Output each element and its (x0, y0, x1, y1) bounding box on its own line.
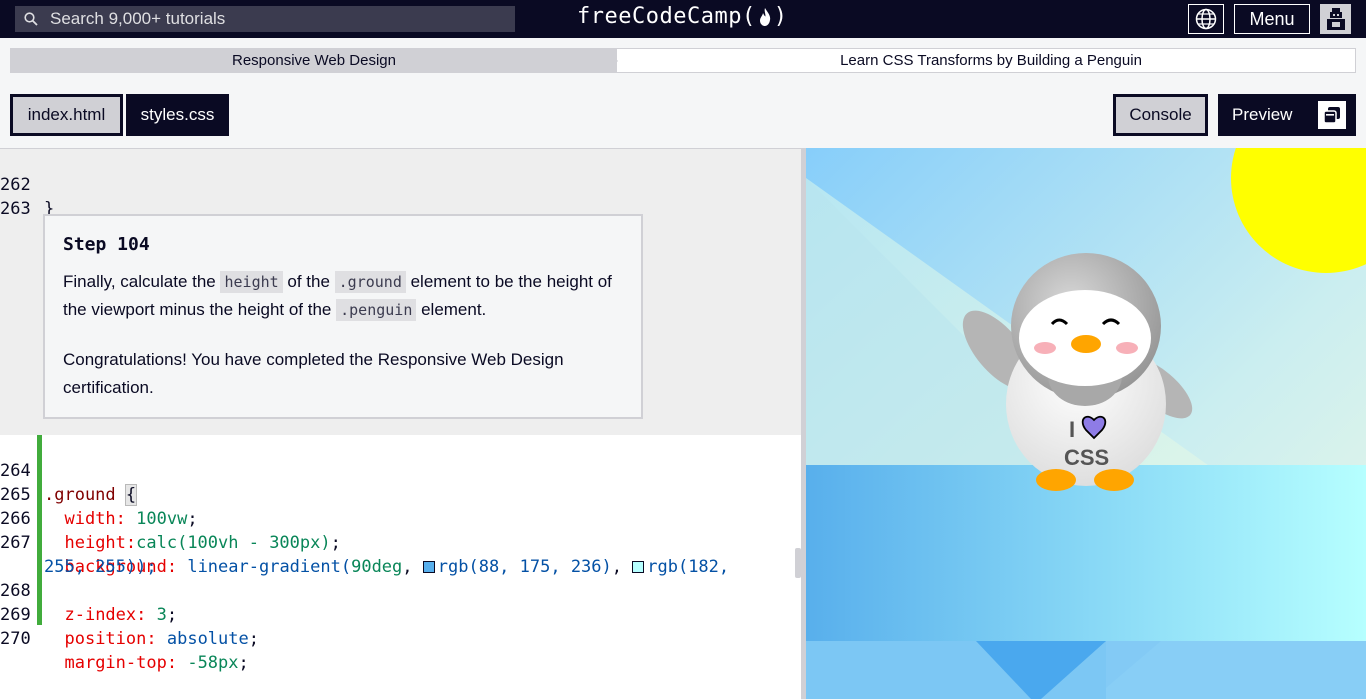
penguin-foot (1094, 469, 1134, 491)
flame-icon (759, 7, 770, 26)
language-button[interactable] (1188, 4, 1224, 34)
tab-index-html[interactable]: index.html (10, 94, 123, 136)
brand-paren-open: ( (741, 4, 756, 29)
inline-code: .penguin (336, 299, 417, 321)
value: -58px (187, 653, 239, 673)
splitter-handle[interactable] (795, 548, 801, 578)
code-line: 267 background: linear-gradient(90deg, r… (0, 533, 730, 577)
line-number: 263 (0, 199, 31, 219)
code-line: 268 z-index: 3; (0, 581, 178, 625)
penguin-scene: I CSS (806, 148, 1366, 699)
brand-logo[interactable]: freeCodeCamp ( ) (577, 4, 787, 29)
code-line: 263 (0, 173, 700, 219)
popout-icon[interactable] (1318, 101, 1346, 129)
code-line: 270 margin-top: -58px; (0, 629, 249, 673)
inline-code: height (220, 271, 283, 293)
desc-text: of the (282, 272, 335, 291)
menu-button[interactable]: Menu (1234, 4, 1310, 34)
globe-icon (1195, 8, 1217, 30)
preview-label: Preview (1232, 105, 1293, 124)
penguin-cheek (1034, 342, 1056, 354)
code-editor[interactable]: 262 } 263 Step 104 Finally, calculate th… (0, 148, 801, 700)
ground-bottom-right (1106, 641, 1366, 699)
step-description: Finally, calculate the height of the .gr… (63, 268, 623, 324)
search-icon (24, 12, 38, 26)
penguin-cheek (1116, 342, 1138, 354)
step-congrats: Congratulations! You have completed the … (63, 350, 564, 397)
top-nav: freeCodeCamp ( ) Menu (0, 0, 1366, 38)
code-area[interactable]: 264 .ground { 265 width: 100vw; 266 heig… (0, 435, 801, 700)
search-bar[interactable] (15, 6, 515, 32)
penguin-beak (1071, 335, 1101, 353)
line-number: 270 (0, 629, 31, 649)
avatar[interactable] (1320, 4, 1351, 34)
shirt-text-css: CSS (1064, 445, 1109, 470)
property: position: (64, 629, 157, 649)
shirt-text-i: I (1069, 417, 1075, 442)
user-avatar-icon (1326, 8, 1345, 30)
preview-button[interactable]: Preview (1218, 94, 1356, 136)
property: margin-top: (64, 653, 178, 673)
brand-name: freeCodeCamp (577, 4, 742, 29)
preview-pane: I CSS (806, 148, 1366, 699)
desc-text: Finally, calculate the (63, 272, 221, 291)
value: absolute (166, 629, 249, 649)
breadcrumb-cert[interactable]: Responsive Web Design (11, 49, 617, 72)
tab-styles-css[interactable]: styles.css (126, 94, 229, 136)
step-instructions: Step 104 Finally, calculate the height o… (43, 214, 643, 419)
code-line: 262 } (0, 149, 700, 219)
code-line: 255, 255)); (0, 531, 790, 577)
breadcrumb-arrow (607, 49, 618, 72)
ground (806, 465, 1366, 641)
search-input[interactable] (50, 9, 490, 29)
step-title: Step 104 (63, 234, 150, 255)
brand-paren-close: ) (773, 4, 788, 29)
code-line: 265 width: 100vw; (0, 485, 198, 529)
code-line: 266 height:calc(100vh - 300px); (0, 509, 341, 553)
code-line: 269 position: absolute; (0, 605, 259, 649)
penguin-foot (1036, 469, 1076, 491)
breadcrumb: Responsive Web Design Learn CSS Transfor… (10, 48, 1356, 73)
inline-code: .ground (334, 271, 406, 293)
breadcrumb-project[interactable]: Learn CSS Transforms by Building a Pengu… (631, 49, 1351, 72)
code-line: 264 .ground { (0, 435, 790, 506)
console-button[interactable]: Console (1113, 94, 1208, 136)
desc-text: element. (416, 300, 487, 319)
